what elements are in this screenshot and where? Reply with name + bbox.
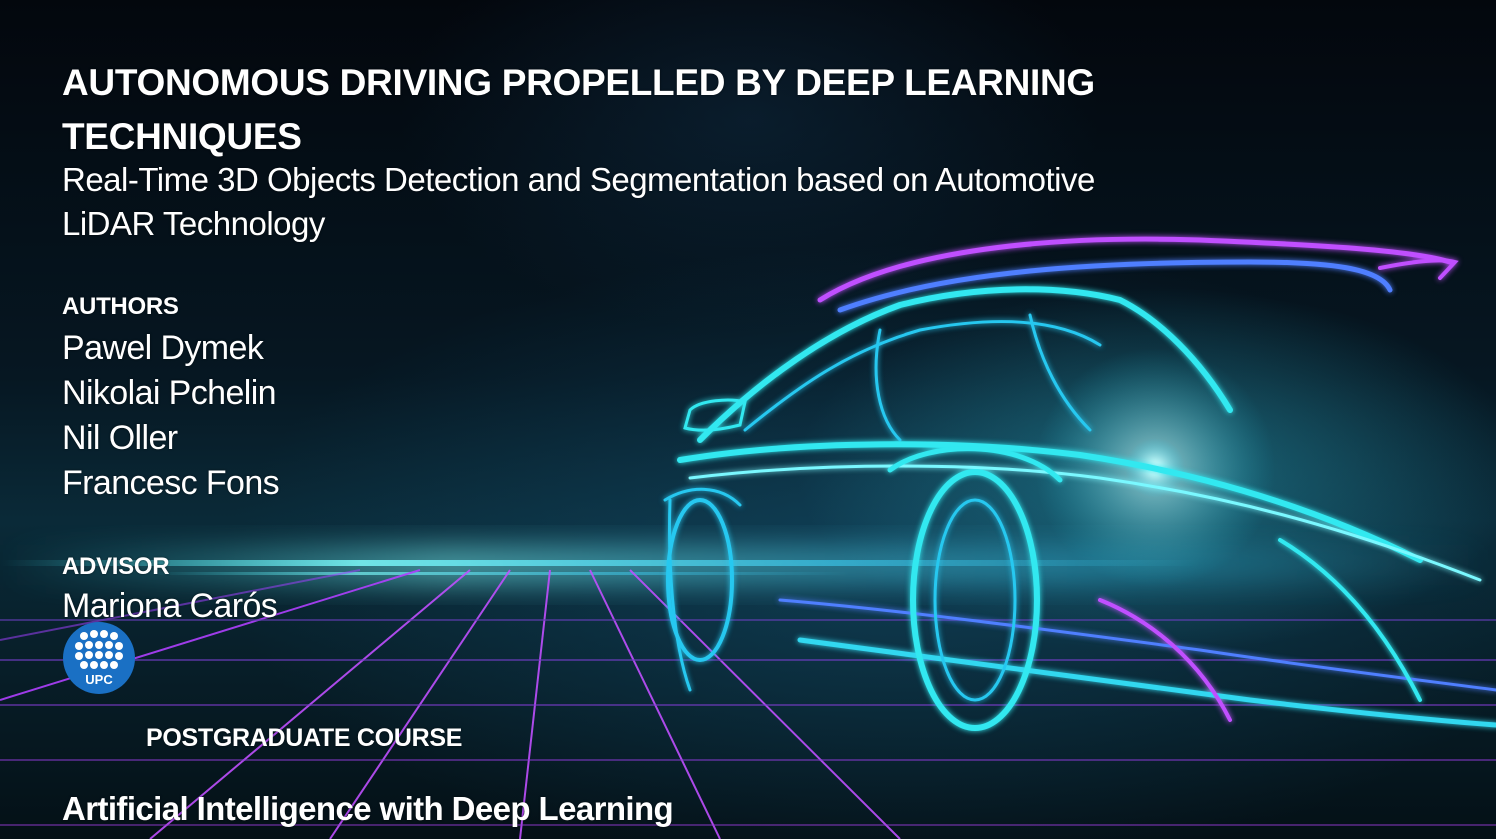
author-name: Pawel Dymek — [62, 329, 264, 367]
authors-list: Pawel Dymek Nikolai Pchelin Nil Oller Fr… — [62, 326, 280, 506]
author-name: Nikolai Pchelin — [62, 374, 277, 412]
author-name: Nil Oller — [62, 419, 178, 457]
course-label: POSTGRADUATE COURSE — [146, 724, 463, 752]
slide-subtitle: Real-Time 3D Objects Detection and Segme… — [62, 161, 1095, 242]
author-name: Francesc Fons — [62, 464, 280, 502]
advisor-heading: ADVISOR — [62, 553, 170, 580]
upc-logo-icon: UPC — [63, 622, 135, 694]
slide-title: AUTONOMOUS DRIVING PROPELLED BY DEEP LEA… — [62, 62, 1095, 157]
course-name: Artificial Intelligence with Deep Learni… — [62, 790, 674, 827]
upc-logo-text: UPC — [85, 672, 113, 687]
horizon-light-streak — [0, 545, 1496, 585]
authors-heading: AUTHORS — [62, 293, 179, 320]
title-slide: AUTONOMOUS DRIVING PROPELLED BY DEEP LEA… — [0, 0, 1496, 839]
